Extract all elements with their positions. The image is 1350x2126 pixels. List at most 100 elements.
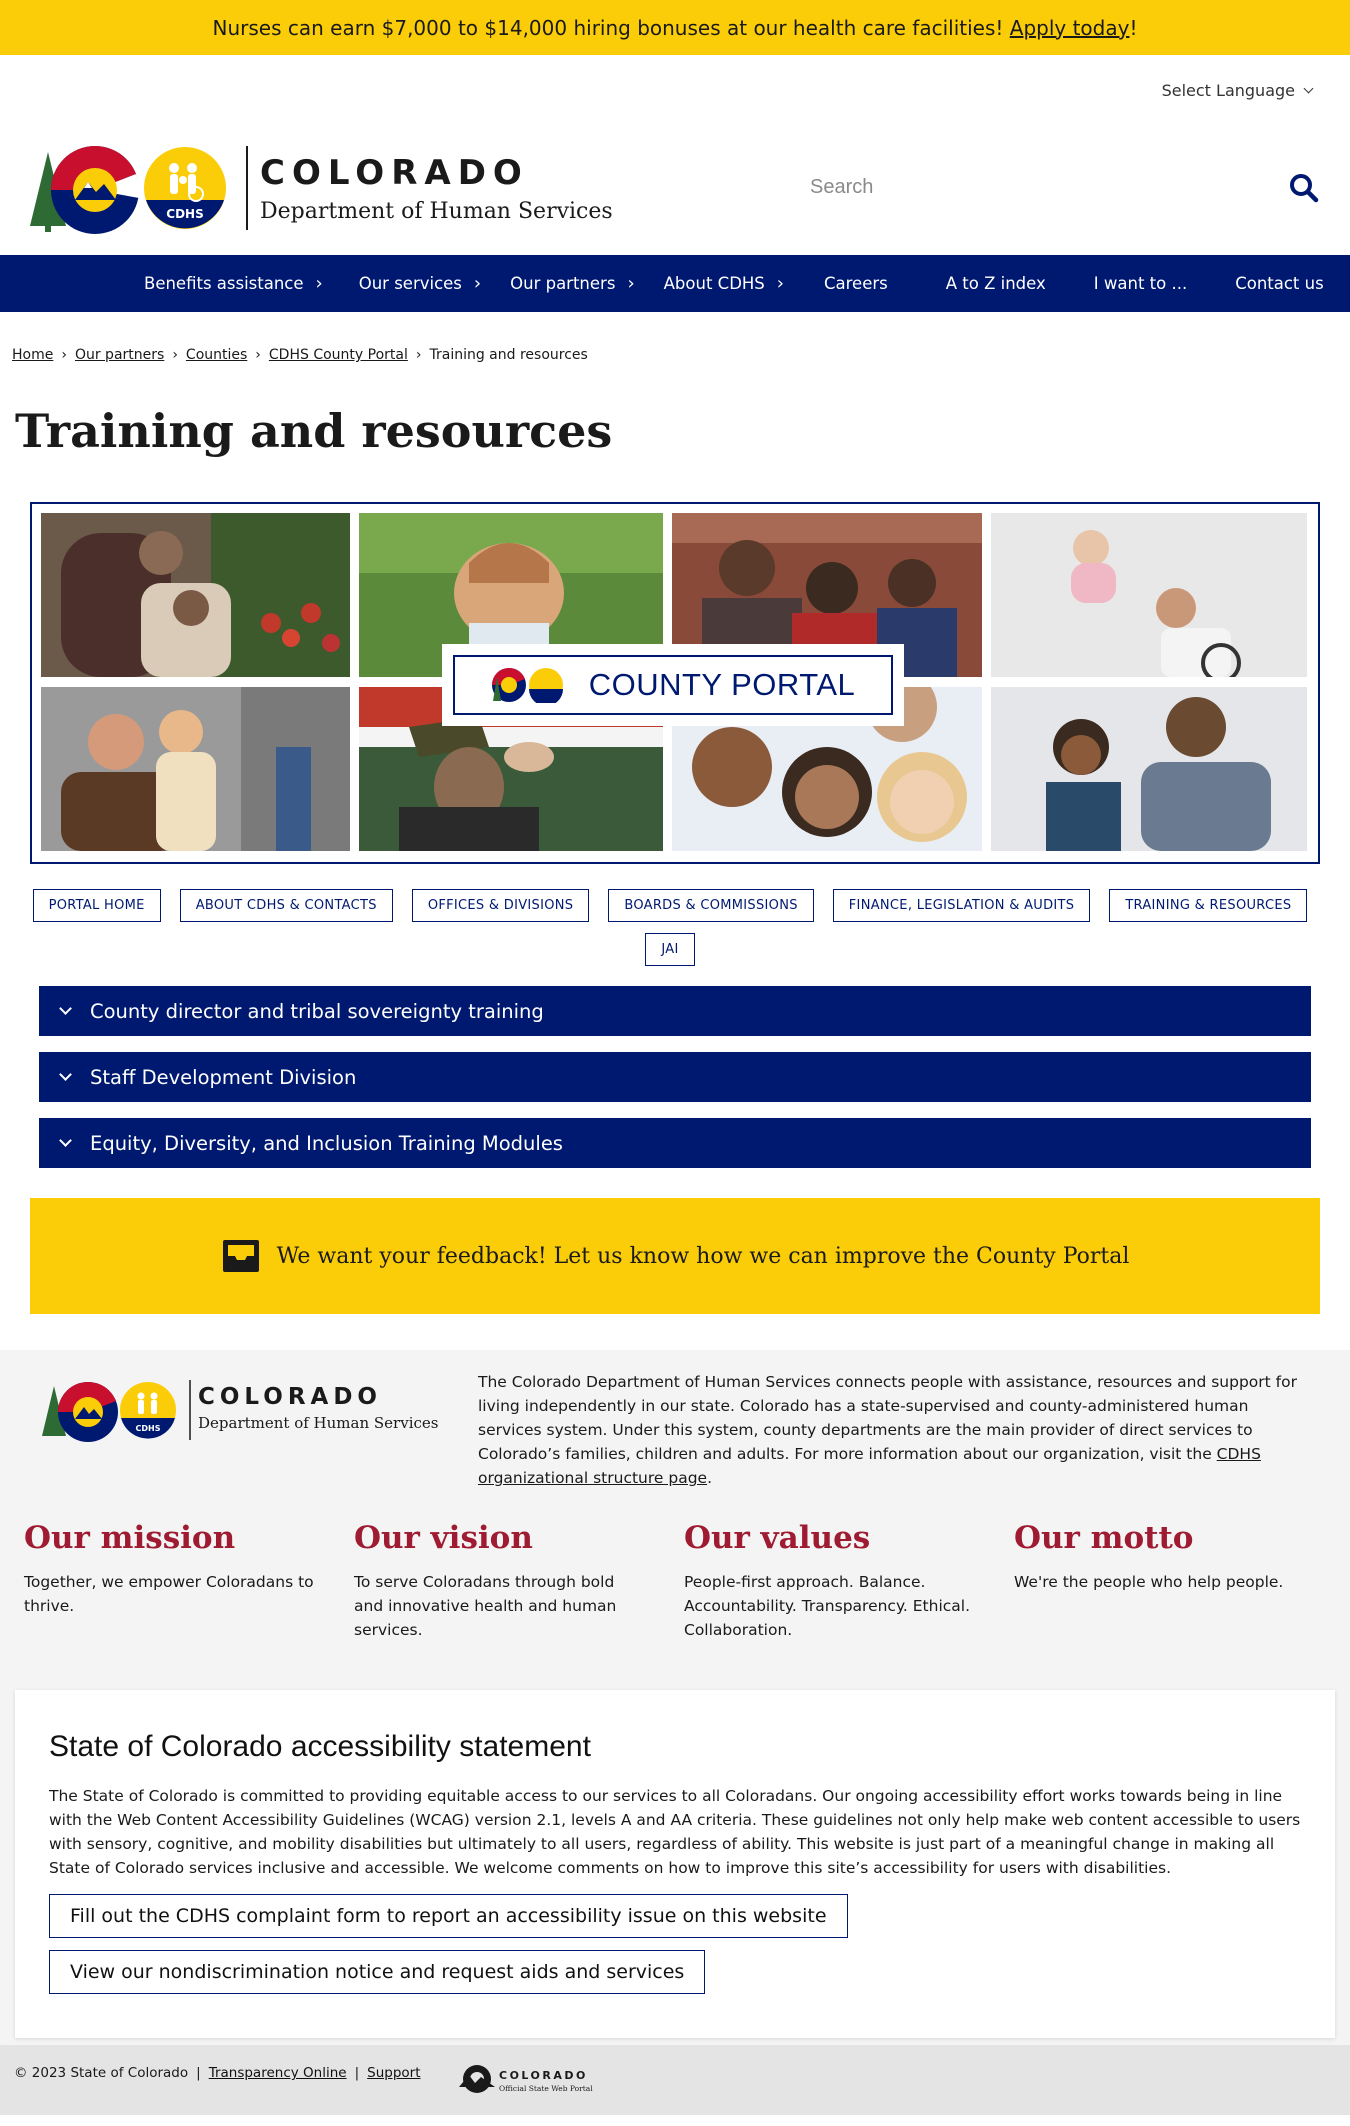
co-logo-title: COLORADO: [499, 2069, 588, 2082]
breadcrumb-home[interactable]: Home: [12, 347, 53, 363]
footer-description-end: .: [707, 1469, 713, 1487]
subnav-training-resources[interactable]: TRAINING & RESOURCES: [1109, 889, 1308, 922]
subnav-finance-legislation-audits[interactable]: FINANCE, LEGISLATION & AUDITS: [832, 889, 1091, 922]
breadcrumb-counties[interactable]: Counties: [186, 347, 247, 363]
chevron-right-icon: ›: [627, 272, 635, 294]
bottom-bar: © 2023 State of Colorado | Transparency …: [0, 2045, 1350, 2115]
subnav-jai[interactable]: JAI: [645, 933, 695, 966]
breadcrumb-current: Training and resources: [429, 347, 588, 363]
nav-item-careers[interactable]: Careers: [824, 274, 888, 293]
breadcrumb-our-partners[interactable]: Our partners: [75, 347, 164, 363]
copyright-text: © 2023 State of Colorado: [14, 2065, 189, 2081]
nav-item-i-want-to[interactable]: I want to ...: [1094, 274, 1187, 293]
nav-item-contact-us[interactable]: Contact us: [1235, 274, 1324, 293]
accordion-list: County director and tribal sovereignty t…: [0, 966, 1350, 1168]
cdhs-badge-text: CDHS: [166, 207, 203, 221]
search-input[interactable]: [810, 175, 1250, 199]
footer-columns: Our mission Together, we empower Colorad…: [24, 1520, 1344, 1642]
nav-label: Our services: [358, 274, 462, 293]
chevron-right-icon: ›: [315, 272, 323, 294]
cdhs-mini-logo: [491, 667, 563, 703]
county-portal-title: COUNTY PORTAL: [588, 667, 856, 702]
support-link[interactable]: Support: [367, 2065, 420, 2081]
nav-label: Careers: [823, 274, 888, 293]
page-title: Training and resources: [15, 404, 613, 458]
footer-cdhs-logo[interactable]: CDHS COLORADO Department of Human Servic…: [40, 1376, 440, 1446]
accordion-title: Equity, Diversity, and Inclusion Trainin…: [90, 1131, 563, 1155]
colorado-c-icon: [51, 146, 140, 234]
nav-label: Benefits assistance: [144, 274, 304, 293]
language-label: Select Language: [1161, 81, 1295, 100]
breadcrumb: Home › Our partners › Counties › CDHS Co…: [0, 312, 1350, 372]
cdhs-logo[interactable]: CDHS COLORADO Department of Human Servic…: [28, 138, 618, 238]
breadcrumb-separator: ›: [415, 347, 422, 363]
column-text: We're the people who help people.: [1014, 1573, 1284, 1591]
search-icon[interactable]: [1288, 172, 1320, 204]
chevron-right-icon: ›: [776, 272, 784, 294]
nav-item-benefits-assistance[interactable]: Benefits assistance ›: [144, 274, 323, 293]
nav-label: Contact us: [1235, 274, 1324, 293]
subnav-boards-commissions[interactable]: BOARDS & COMMISSIONS: [608, 889, 814, 922]
footer-state-text: COLORADO: [198, 1384, 382, 1410]
footer-description: The Colorado Department of Human Service…: [478, 1370, 1308, 1490]
logo-department-text: Department of Human Services: [260, 199, 613, 224]
apply-today-link[interactable]: Apply today: [1010, 16, 1130, 40]
vision-column: Our vision To serve Coloradans through b…: [354, 1520, 684, 1642]
breadcrumb-separator: ›: [255, 347, 261, 363]
alert-banner: Nurses can earn $7,000 to $14,000 hiring…: [0, 0, 1350, 55]
portal-subnav: PORTAL HOME ABOUT CDHS & CONTACTS OFFICE…: [0, 864, 1350, 966]
colorado-portal-logo[interactable]: COLORADO Official State Web Portal: [455, 2061, 595, 2097]
photo-father-son: [991, 687, 1307, 851]
breadcrumb-cdhs-county-portal[interactable]: CDHS County Portal: [269, 347, 408, 363]
feedback-banner[interactable]: We want your feedback! Let us know how w…: [30, 1198, 1320, 1314]
nondiscrimination-notice-link[interactable]: View our nondiscrimination notice and re…: [49, 1950, 706, 1994]
accordion-staff-development-division[interactable]: Staff Development Division: [39, 1052, 1311, 1102]
accessibility-title: State of Colorado accessibility statemen…: [49, 1730, 591, 1763]
column-text: To serve Coloradans through bold and inn…: [354, 1573, 617, 1639]
search-bar: [810, 162, 1320, 212]
chevron-right-icon: ›: [473, 272, 482, 294]
photo-father-daughter: [41, 687, 350, 851]
language-row: Select Language: [0, 55, 1350, 130]
photo-family-grocery: [41, 513, 350, 677]
chevron-down-icon: [59, 1068, 72, 1081]
language-select[interactable]: Select Language: [1161, 81, 1314, 100]
subnav-portal-home[interactable]: PORTAL HOME: [32, 889, 161, 922]
nav-label: I want to ...: [1093, 274, 1188, 293]
mission-column: Our mission Together, we empower Colorad…: [24, 1520, 354, 1642]
county-portal-hero: COUNTY PORTAL: [30, 502, 1320, 864]
site-footer: CDHS COLORADO Department of Human Servic…: [0, 1350, 1350, 2045]
column-title: Our motto: [1014, 1520, 1194, 1556]
logo-state-text: COLORADO: [260, 153, 529, 193]
feedback-text: We want your feedback! Let us know how w…: [276, 1243, 1130, 1269]
co-logo-sub: Official State Web Portal: [499, 2084, 593, 2093]
divider: |: [354, 2065, 360, 2081]
nav-label: About CDHS: [663, 274, 765, 293]
cdhs-badge-icon: CDHS: [144, 147, 226, 229]
chevron-down-icon: [59, 1134, 72, 1147]
nav-label: Our partners: [510, 274, 616, 293]
nav-item-a-to-z-index[interactable]: A to Z index: [946, 274, 1046, 293]
accordion-edi-training-modules[interactable]: Equity, Diversity, and Inclusion Trainin…: [39, 1118, 1311, 1168]
nav-item-about-cdhs[interactable]: About CDHS ›: [664, 274, 784, 293]
chevron-down-icon: [1303, 83, 1314, 94]
complaint-form-link[interactable]: Fill out the CDHS complaint form to repo…: [49, 1894, 848, 1938]
site-header: CDHS COLORADO Department of Human Servic…: [0, 130, 1350, 255]
column-title: Our values: [684, 1520, 871, 1556]
column-text: People-first approach. Balance. Accounta…: [684, 1573, 971, 1639]
subnav-offices-divisions[interactable]: OFFICES & DIVISIONS: [411, 889, 590, 922]
subnav-about-cdhs-contacts[interactable]: ABOUT CDHS & CONTACTS: [179, 889, 393, 922]
accordion-county-director-training[interactable]: County director and tribal sovereignty t…: [39, 986, 1311, 1036]
divider: |: [196, 2065, 201, 2081]
column-title: Our vision: [354, 1520, 533, 1556]
inbox-icon: [222, 1240, 259, 1272]
nav-item-our-services[interactable]: Our services ›: [359, 274, 481, 293]
photo-mother-baby: [991, 513, 1307, 677]
breadcrumb-separator: ›: [172, 347, 178, 363]
breadcrumb-separator: ›: [61, 347, 67, 363]
nav-item-our-partners[interactable]: Our partners ›: [510, 274, 635, 293]
column-text: Together, we empower Coloradans to thriv…: [24, 1573, 314, 1615]
transparency-online-link[interactable]: Transparency Online: [209, 2065, 347, 2081]
values-column: Our values People-first approach. Balanc…: [684, 1520, 1014, 1642]
accessibility-text: The State of Colorado is committed to pr…: [49, 1787, 1301, 1877]
